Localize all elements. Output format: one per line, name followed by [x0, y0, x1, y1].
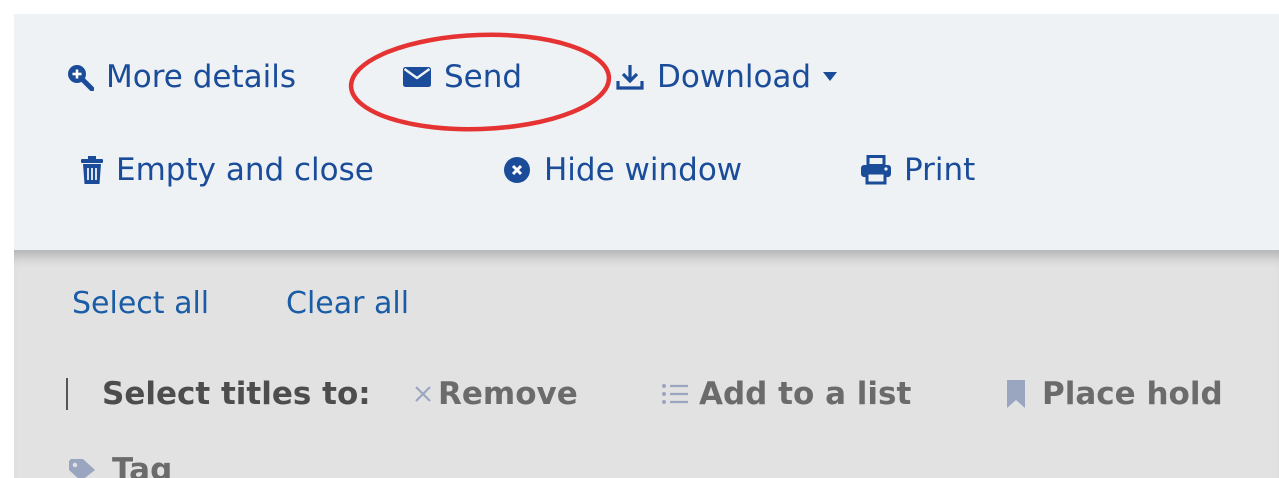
remove-button[interactable]: Remove — [414, 376, 578, 412]
hide-window-button[interactable]: Hide window — [502, 152, 742, 188]
x-icon — [414, 385, 432, 403]
select-titles-label: Select titles to: — [102, 376, 371, 412]
close-circle-icon — [502, 155, 532, 185]
selection-panel — [14, 250, 1279, 478]
send-label: Send — [444, 59, 523, 95]
select-all-link[interactable]: Select all — [72, 286, 209, 321]
cart-toolbar: More details Send Download Empty and clo… — [14, 14, 1279, 250]
bookmark-icon — [1006, 379, 1026, 409]
add-to-list-label: Add to a list — [699, 376, 912, 412]
cart-window: More details Send Download Empty and clo… — [14, 14, 1279, 478]
tag-label: Tag — [112, 452, 173, 478]
download-label: Download — [657, 59, 812, 95]
place-hold-button[interactable]: Place hold — [1006, 376, 1223, 412]
trash-icon — [80, 155, 104, 185]
download-icon — [615, 62, 645, 92]
send-button[interactable]: Send — [402, 59, 522, 95]
caret-down-icon — [823, 72, 838, 82]
empty-and-close-label: Empty and close — [116, 152, 374, 188]
hide-window-label: Hide window — [544, 152, 743, 188]
printer-icon — [860, 155, 892, 185]
tag-icon — [68, 458, 98, 478]
remove-label: Remove — [438, 376, 578, 412]
add-to-list-button[interactable]: Add to a list — [661, 376, 911, 412]
place-hold-label: Place hold — [1042, 376, 1223, 412]
clear-all-link[interactable]: Clear all — [286, 286, 409, 321]
print-label: Print — [904, 152, 976, 188]
zoom-in-icon — [66, 63, 94, 91]
more-details-button[interactable]: More details — [66, 59, 296, 95]
separator — [66, 378, 68, 410]
empty-and-close-button[interactable]: Empty and close — [80, 152, 374, 188]
tag-button[interactable]: Tag — [68, 452, 172, 478]
envelope-icon — [402, 65, 432, 89]
more-details-label: More details — [106, 59, 296, 95]
download-button[interactable]: Download — [615, 59, 838, 95]
print-button[interactable]: Print — [860, 152, 975, 188]
list-icon — [661, 382, 689, 406]
